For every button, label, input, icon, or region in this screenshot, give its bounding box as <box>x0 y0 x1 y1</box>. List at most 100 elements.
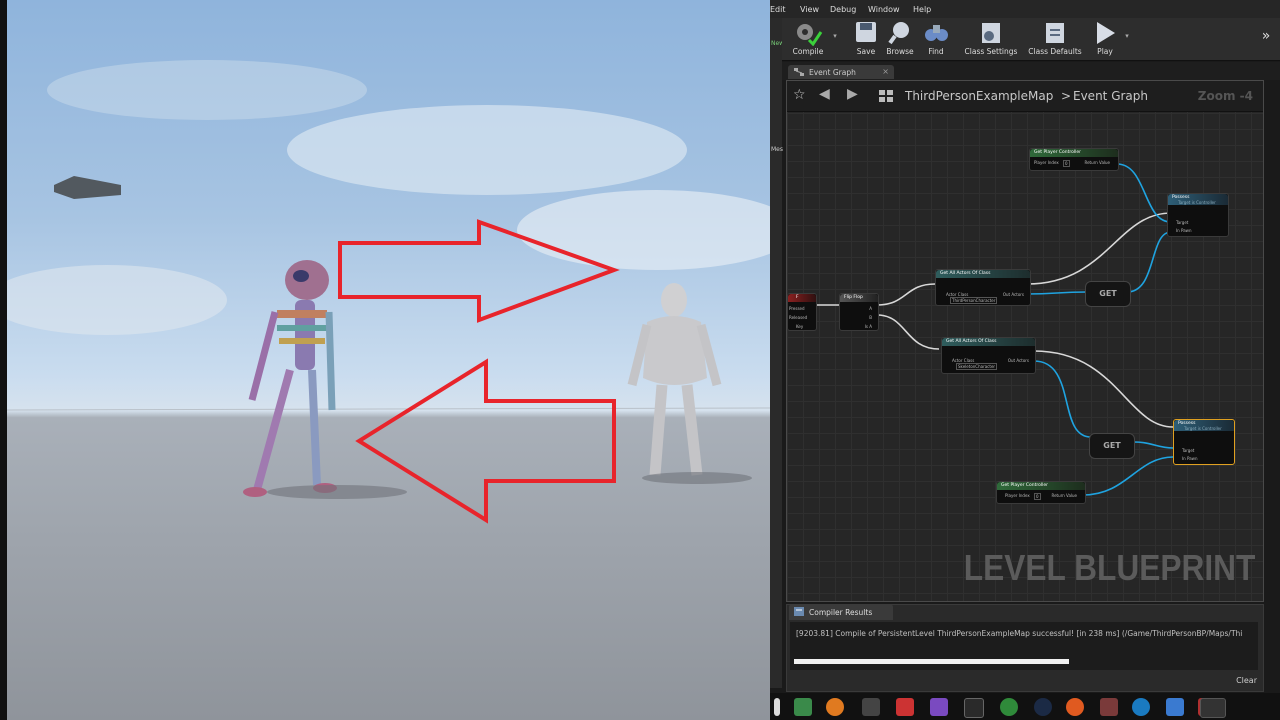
skeleton-character <box>243 260 337 497</box>
taskbar-app-icon[interactable] <box>1100 698 1118 716</box>
find-button[interactable]: Find <box>922 20 950 58</box>
event-graph-canvas[interactable]: ☆ ◀ ▶ ThirdPersonExampleMap > Event Grap… <box>786 80 1264 602</box>
taskbar-app-icon[interactable] <box>896 698 914 716</box>
taskbar-app-icon[interactable] <box>1066 698 1084 716</box>
class-defaults-icon <box>1046 23 1064 43</box>
node-get-all-actors-2[interactable]: Get All Actors Of Class Actor Class Skel… <box>941 337 1036 374</box>
floating-platform <box>54 176 121 199</box>
pin-in-pawn[interactable]: In Pawn <box>1182 456 1197 461</box>
node-subtitle: Target is Controller <box>1178 200 1216 205</box>
unreal-engine-icon[interactable] <box>1200 698 1226 718</box>
taskbar <box>770 693 1280 720</box>
pin-return-value[interactable]: Return Value <box>1051 493 1077 498</box>
compile-label: Compile <box>792 47 824 56</box>
pin-target[interactable]: Target <box>1182 448 1194 453</box>
visual-studio-icon[interactable] <box>930 698 948 716</box>
actor-class-select[interactable]: SkeletonCharacter <box>956 363 998 370</box>
pin-key[interactable]: Key <box>796 324 803 329</box>
actor-class-select[interactable]: ThirdPersonCharacter <box>950 297 998 304</box>
class-defaults-button[interactable]: Class Defaults <box>1026 20 1084 58</box>
pin-released[interactable]: Released <box>789 315 807 320</box>
save-icon <box>856 22 876 42</box>
pin-a[interactable]: A <box>869 306 872 311</box>
side-tag-mes[interactable]: Mes <box>771 146 783 153</box>
node-get-2[interactable]: GET <box>1089 433 1135 459</box>
node-get-player-controller-bottom[interactable]: Get Player Controller Player Index 0 Ret… <box>996 481 1086 504</box>
taskbar-app-icon[interactable] <box>1132 698 1150 716</box>
taskbar-app-icon[interactable] <box>1166 698 1184 716</box>
pin-out-actors[interactable]: Out Actors <box>1003 292 1024 297</box>
side-strip: New Mes <box>770 18 784 688</box>
compile-progress-bar <box>794 659 1069 664</box>
pin-return-value[interactable]: Return Value <box>1084 160 1110 165</box>
node-title: Get Player Controller <box>1034 150 1082 155</box>
class-settings-label: Class Settings <box>964 47 1018 56</box>
arrow-left-icon <box>355 358 616 524</box>
node-get-player-controller-top[interactable]: Get Player Controller Player Index 0 Ret… <box>1029 148 1119 171</box>
node-input-key-f[interactable]: F Pressed Released Key <box>787 293 817 331</box>
node-flip-flop[interactable]: Flip Flop A B Is A <box>839 293 879 331</box>
epic-games-icon[interactable] <box>964 698 984 718</box>
tab-compiler-results[interactable]: Compiler Results <box>789 604 893 620</box>
graph-tab-icon <box>794 68 804 76</box>
taskbar-app-icon[interactable] <box>774 698 780 716</box>
menu-edit[interactable]: Edit <box>770 5 786 14</box>
pin-player-index[interactable]: Player Index <box>1034 160 1059 165</box>
pin-is-a[interactable]: Is A <box>865 324 872 329</box>
class-settings-icon <box>982 23 1000 43</box>
tab-close-icon[interactable]: × <box>882 67 889 76</box>
taskbar-app-icon[interactable] <box>862 698 880 716</box>
save-label: Save <box>856 47 876 56</box>
play-button[interactable]: Play <box>1092 20 1118 58</box>
compile-button[interactable]: Compile <box>788 20 828 58</box>
tab-label: Event Graph <box>809 68 856 77</box>
pin-out-actors[interactable]: Out Actors <box>1008 358 1029 363</box>
node-title: Flip Flop <box>844 295 863 300</box>
taskbar-app-icon[interactable] <box>794 698 812 716</box>
browse-button[interactable]: Browse <box>884 20 916 58</box>
steam-icon[interactable] <box>1034 698 1052 716</box>
play-icon <box>1097 22 1115 44</box>
compiler-output: [9203.81] Compile of PersistentLevel Thi… <box>790 622 1258 670</box>
compiler-results-panel: Compiler Results [9203.81] Compile of Pe… <box>786 604 1264 692</box>
menu-help[interactable]: Help <box>913 5 931 14</box>
toolbar-overflow-button[interactable]: » <box>1258 28 1274 66</box>
menu-window[interactable]: Window <box>868 5 900 14</box>
node-title: Get All Actors Of Class <box>940 271 991 276</box>
pin-pressed[interactable]: Pressed <box>789 306 805 311</box>
pin-player-index-value[interactable]: 0 <box>1063 160 1070 167</box>
menu-debug[interactable]: Debug <box>830 5 856 14</box>
compile-message: [9203.81] Compile of PersistentLevel Thi… <box>796 629 1243 638</box>
play-label: Play <box>1097 47 1113 56</box>
taskbar-app-icon[interactable] <box>1000 698 1018 716</box>
node-possess-bottom[interactable]: Possess Target is Controller Target In P… <box>1173 419 1235 465</box>
node-get-1[interactable]: GET <box>1085 281 1131 307</box>
game-viewport[interactable] <box>7 0 770 720</box>
node-possess-top[interactable]: Possess Target is Controller Target In P… <box>1167 193 1229 237</box>
menu-bar: Edit View Debug Window Help <box>770 0 1280 18</box>
compiler-results-icon <box>794 607 804 616</box>
node-title: Get Player Controller <box>1001 483 1049 488</box>
pin-player-index[interactable]: Player Index <box>1005 493 1030 498</box>
compiler-results-label: Compiler Results <box>809 608 873 617</box>
blender-icon[interactable] <box>826 698 844 716</box>
node-title: Get All Actors Of Class <box>946 339 997 344</box>
class-defaults-label: Class Defaults <box>1028 47 1082 56</box>
pin-b[interactable]: B <box>869 315 872 320</box>
left-edge-strip <box>0 0 7 720</box>
viewport-scene <box>7 60 770 524</box>
browse-magnifier-icon <box>888 22 909 45</box>
toolbar: Compile ▾ Save Browse Find Class Setting <box>782 18 1280 61</box>
node-subtitle: Target is Controller <box>1184 426 1222 431</box>
menu-view[interactable]: View <box>800 5 819 14</box>
clear-button[interactable]: Clear <box>1236 676 1257 685</box>
save-button[interactable]: Save <box>852 20 880 58</box>
class-settings-button[interactable]: Class Settings <box>962 20 1020 58</box>
pin-player-index-value[interactable]: 0 <box>1034 493 1041 500</box>
tab-event-graph[interactable]: Event Graph × <box>788 65 894 79</box>
mannequin-character <box>627 283 722 476</box>
node-get-all-actors-1[interactable]: Get All Actors Of Class Actor Class Thir… <box>935 269 1031 306</box>
pin-in-pawn[interactable]: In Pawn <box>1176 228 1191 233</box>
level-blueprint-watermark: LEVEL BLUEPRINT <box>963 547 1255 588</box>
pin-target[interactable]: Target <box>1176 220 1188 225</box>
